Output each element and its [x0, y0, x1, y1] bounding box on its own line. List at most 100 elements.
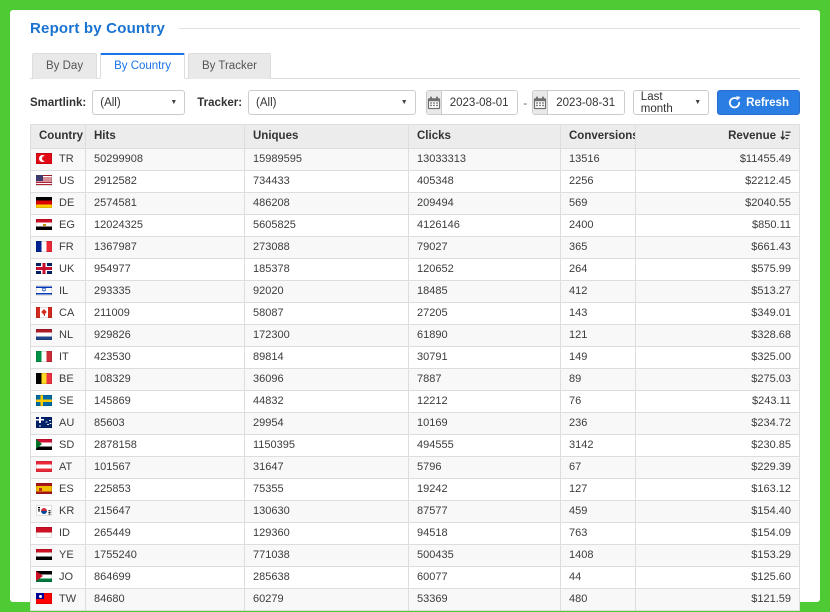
table-row: TR50299908159895951303331313516$11455.49 — [31, 149, 800, 171]
date-range-separator: - — [523, 96, 527, 110]
table-row: NL92982617230061890121$328.68 — [31, 325, 800, 347]
calendar-icon[interactable] — [533, 91, 548, 114]
chevron-down-icon: ▼ — [694, 99, 701, 106]
clicks-cell: 87577 — [409, 501, 561, 523]
conversions-cell: 89 — [561, 369, 636, 391]
flag-us-icon — [36, 175, 52, 186]
clicks-cell: 79027 — [409, 237, 561, 259]
country-cell: TW — [31, 589, 86, 611]
uniques-cell: 734433 — [245, 171, 409, 193]
date-from-group — [426, 90, 519, 115]
tab-by-country[interactable]: By Country — [100, 53, 185, 79]
country-cell: IT — [31, 347, 86, 369]
column-header-country[interactable]: Country — [31, 125, 86, 149]
hits-cell: 84680 — [86, 589, 245, 611]
country-code: FR — [59, 241, 74, 253]
country-code: TR — [59, 153, 74, 165]
country-cell: YE — [31, 545, 86, 567]
revenue-cell: $153.29 — [636, 545, 800, 567]
conversions-cell: 236 — [561, 413, 636, 435]
revenue-cell: $325.00 — [636, 347, 800, 369]
hits-cell: 2912582 — [86, 171, 245, 193]
smartlink-value: (All) — [100, 97, 120, 109]
country-cell: US — [31, 171, 86, 193]
uniques-cell: 31647 — [245, 457, 409, 479]
country-code: DE — [59, 197, 74, 209]
column-header-conversions[interactable]: Conversions — [561, 125, 636, 149]
flag-au-icon — [36, 417, 52, 428]
table-row: ID26544912936094518763$154.09 — [31, 523, 800, 545]
report-table: Country Hits UniquesClicksConversionsReven… — [30, 124, 800, 611]
conversions-cell: 264 — [561, 259, 636, 281]
conversions-cell: 1408 — [561, 545, 636, 567]
column-header-clicks[interactable]: Clicks — [409, 125, 561, 149]
flag-at-icon — [36, 461, 52, 472]
revenue-cell: $125.60 — [636, 567, 800, 589]
table-row: CA2110095808727205143$349.01 — [31, 303, 800, 325]
tab-by-day[interactable]: By Day — [32, 53, 97, 79]
flag-es-icon — [36, 483, 52, 494]
refresh-label: Refresh — [746, 97, 789, 109]
hits-cell: 12024325 — [86, 215, 245, 237]
tracker-select[interactable]: (All) ▼ — [248, 90, 416, 115]
table-row: SE145869448321221276$243.11 — [31, 391, 800, 413]
calendar-icon[interactable] — [427, 91, 442, 114]
clicks-cell: 4126146 — [409, 215, 561, 237]
flag-kr-icon — [36, 505, 52, 516]
conversions-cell: 2400 — [561, 215, 636, 237]
refresh-button[interactable]: Refresh — [717, 90, 800, 115]
flag-sd-icon — [36, 439, 52, 450]
column-header-label: Hits — [94, 130, 116, 142]
date-to-input[interactable] — [548, 91, 625, 114]
hits-cell: 265449 — [86, 523, 245, 545]
country-cell: TR — [31, 149, 86, 171]
country-cell: UK — [31, 259, 86, 281]
column-header-uniques[interactable]: Uniques — [245, 125, 409, 149]
conversions-cell: 365 — [561, 237, 636, 259]
smartlink-select[interactable]: (All) ▼ — [92, 90, 185, 115]
country-code: SE — [59, 395, 74, 407]
country-cell: ES — [31, 479, 86, 501]
hits-cell: 293335 — [86, 281, 245, 303]
hits-cell: 215647 — [86, 501, 245, 523]
date-range-preset-select[interactable]: Last month ▼ — [633, 90, 709, 115]
table-row: FR136798727308879027365$661.43 — [31, 237, 800, 259]
country-cell: JO — [31, 567, 86, 589]
hits-cell: 1367987 — [86, 237, 245, 259]
flag-nl-icon — [36, 329, 52, 340]
clicks-cell: 30791 — [409, 347, 561, 369]
date-range-preset-value: Last month — [641, 91, 686, 115]
country-code: ES — [59, 483, 74, 495]
country-cell: SD — [31, 435, 86, 457]
revenue-cell: $121.59 — [636, 589, 800, 611]
smartlink-label: Smartlink: — [30, 97, 86, 109]
uniques-cell: 185378 — [245, 259, 409, 281]
column-header-revenue[interactable]: Revenue — [636, 125, 800, 149]
chevron-down-icon: ▼ — [170, 99, 177, 106]
refresh-icon — [728, 96, 741, 109]
date-from-input[interactable] — [442, 91, 519, 114]
country-cell: KR — [31, 501, 86, 523]
flag-il-icon — [36, 285, 52, 296]
country-code: KR — [59, 505, 74, 517]
hits-cell: 954977 — [86, 259, 245, 281]
uniques-cell: 29954 — [245, 413, 409, 435]
country-code: NL — [59, 329, 73, 341]
clicks-cell: 120652 — [409, 259, 561, 281]
table-row: SD287815811503954945553142$230.85 — [31, 435, 800, 457]
hits-cell: 2878158 — [86, 435, 245, 457]
conversions-cell: 67 — [561, 457, 636, 479]
column-header-hits[interactable]: Hits — [86, 125, 245, 149]
uniques-cell: 89814 — [245, 347, 409, 369]
country-cell: NL — [31, 325, 86, 347]
uniques-cell: 273088 — [245, 237, 409, 259]
country-cell: FR — [31, 237, 86, 259]
revenue-cell: $230.85 — [636, 435, 800, 457]
tab-by-tracker[interactable]: By Tracker — [188, 53, 271, 79]
header-divider — [179, 28, 800, 29]
revenue-cell: $163.12 — [636, 479, 800, 501]
clicks-cell: 500435 — [409, 545, 561, 567]
uniques-cell: 486208 — [245, 193, 409, 215]
country-cell: AU — [31, 413, 86, 435]
report-page: Report by Country By DayBy CountryBy Tra… — [10, 10, 820, 602]
